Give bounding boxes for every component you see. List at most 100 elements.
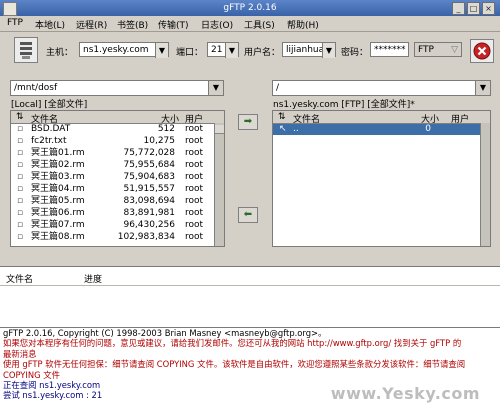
local-file-row[interactable]: ▫ 冥王篇02.rm 75,955,684 root: [11, 160, 215, 171]
file-size: 75,772,028: [123, 148, 175, 158]
local-list-header: ⇅ 文件名 大小 用户: [11, 111, 224, 125]
menu-bar: FTP 本地(L) 远程(R) 书签(B) 传输(T) 日志(O) 工具(S) …: [0, 16, 500, 32]
local-file-list[interactable]: ⇅ 文件名 大小 用户 ▫ BSD.DAT 512 root ▫ fc2tr.txt 10,…: [10, 110, 225, 247]
title-bar: gFTP 2.0.16: [0, 0, 500, 16]
file-name: 冥王篇05.rm: [31, 196, 85, 206]
protocol-select[interactable]: FTP ▽: [414, 42, 462, 57]
host-field[interactable]: ns1.yesky.com ▼: [79, 42, 169, 58]
file-user: root: [185, 220, 204, 230]
local-file-row[interactable]: ▫ 冥王篇08.rm 102,983,834 root: [11, 232, 215, 243]
remote-path-value: /: [276, 83, 280, 93]
download-left-button[interactable]: ⬅: [238, 207, 258, 223]
local-scroll-thumb[interactable]: [215, 125, 224, 134]
menu-ftp[interactable]: FTP: [7, 18, 23, 28]
local-path-value: /mnt/dosf: [14, 83, 58, 93]
connect-icon[interactable]: [14, 37, 38, 63]
file-user: root: [185, 124, 204, 134]
local-file-row[interactable]: ▫ 冥王篇05.rm 83,098,694 root: [11, 196, 215, 207]
file-icon: ▫: [17, 148, 24, 158]
port-dropdown-icon[interactable]: ▼: [225, 43, 238, 58]
remote-path-dropdown-icon[interactable]: ▼: [475, 81, 490, 95]
file-user: root: [185, 208, 204, 218]
local-file-row[interactable]: ▫ 冥王篇01.rm 75,772,028 root: [11, 148, 215, 159]
file-size: 96,430,256: [123, 220, 175, 230]
host-dropdown-icon[interactable]: ▼: [155, 43, 168, 58]
menu-remote[interactable]: 远程(R): [76, 18, 107, 31]
file-size: 102,983,834: [117, 232, 175, 242]
log-line: gFTP 2.0.16, Copyright (C) 1998-2003 Bri…: [3, 328, 327, 338]
file-user: root: [185, 232, 204, 242]
local-file-row[interactable]: ▫ 冥王篇03.rm 75,904,683 root: [11, 172, 215, 183]
user-label: 用户名：: [244, 48, 281, 58]
transfer-col-file[interactable]: 文件名: [6, 272, 33, 285]
file-icon: ▫: [17, 160, 24, 170]
menu-log[interactable]: 日志(O): [201, 18, 233, 31]
log-line: 使用 gFTP 软件无任何担保：细节请查阅 COPYING 文件。该软件是自由软…: [3, 359, 466, 370]
menu-transfer[interactable]: 传输(T): [158, 18, 189, 31]
remote-path-combo[interactable]: / ▼: [272, 80, 491, 96]
local-scrollbar[interactable]: [214, 123, 224, 246]
user-field[interactable]: lijianhua ▼: [282, 42, 336, 58]
port-value: 21: [211, 45, 223, 55]
file-name: fc2tr.txt: [31, 136, 67, 146]
file-name: 冥王篇03.rm: [31, 172, 85, 182]
menu-bookmarks[interactable]: 书签(B): [117, 18, 148, 31]
protocol-value: FTP: [418, 45, 434, 55]
file-name: 冥王篇01.rm: [31, 148, 85, 158]
file-size: 75,904,683: [123, 172, 175, 182]
protocol-dropdown-icon: ▽: [451, 45, 458, 55]
file-size: 83,891,981: [123, 208, 175, 218]
file-name: BSD.DAT: [31, 124, 71, 134]
log-panel[interactable]: gFTP 2.0.16, Copyright (C) 1998-2003 Bri…: [0, 327, 500, 409]
file-size: 10,275: [143, 136, 176, 146]
local-path-combo[interactable]: /mnt/dosf ▼: [10, 80, 224, 96]
disconnect-button[interactable]: [470, 39, 494, 63]
file-icon: ▫: [17, 124, 24, 134]
local-file-row[interactable]: ▫ fc2tr.txt 10,275 root: [11, 136, 215, 147]
transfer-queue[interactable]: 文件名 进度: [0, 266, 500, 327]
file-icon: ▫: [17, 196, 24, 206]
remote-scrollbar[interactable]: [480, 123, 490, 246]
file-user: root: [185, 196, 204, 206]
file-name: 冥王篇06.rm: [31, 208, 85, 218]
upload-right-button[interactable]: ➡: [238, 114, 258, 130]
log-line: 最新消息: [3, 348, 37, 359]
log-line: 如果您对本程序有任何的问题，意见或建议，请给我们发邮件。您还可从我的网站 htt…: [3, 338, 462, 349]
sort-icon[interactable]: ⇅: [16, 112, 24, 122]
window-menu-icon[interactable]: [3, 2, 17, 16]
file-size: 51,915,557: [123, 184, 175, 194]
close-icon[interactable]: ×: [482, 2, 495, 15]
minimize-icon[interactable]: _: [452, 2, 465, 15]
remote-sort-icon[interactable]: ⇅: [278, 112, 286, 122]
host-label: 主机：: [46, 48, 74, 58]
maximize-icon[interactable]: □: [467, 2, 480, 15]
file-icon: ▫: [17, 184, 24, 194]
file-user: root: [185, 172, 204, 182]
remote-file-list[interactable]: ⇅ 文件名 大小 用户 ↖.. 0: [272, 110, 491, 247]
local-path-dropdown-icon[interactable]: ▼: [208, 81, 223, 95]
menu-tools[interactable]: 工具(S): [244, 18, 275, 31]
log-line: COPYING 文件: [3, 369, 61, 380]
file-size: 512: [157, 124, 175, 134]
remote-file-row[interactable]: ↖.. 0: [273, 124, 481, 135]
password-label: 密码：: [341, 48, 369, 58]
file-name: 冥王篇04.rm: [31, 184, 85, 194]
port-field[interactable]: 21 ▼: [207, 42, 239, 58]
local-file-row[interactable]: ▫ 冥王篇06.rm 83,891,981 root: [11, 208, 215, 219]
file-name: 冥王篇02.rm: [31, 160, 85, 170]
parent-dir-icon: ↖: [279, 124, 287, 134]
transfer-col-progress[interactable]: 进度: [84, 272, 102, 285]
file-size: 0: [425, 124, 431, 134]
file-size: 83,098,694: [123, 196, 175, 206]
menu-local[interactable]: 本地(L): [35, 18, 65, 31]
file-name: 冥王篇08.rm: [31, 232, 85, 242]
user-value: lijianhua: [286, 45, 325, 55]
menu-help[interactable]: 帮助(H): [287, 18, 319, 31]
file-icon: ▫: [17, 208, 24, 218]
user-dropdown-icon[interactable]: ▼: [322, 43, 335, 58]
password-field[interactable]: *******: [370, 42, 409, 57]
local-file-row[interactable]: ▫ 冥王篇04.rm 51,915,557 root: [11, 184, 215, 195]
local-file-row[interactable]: ▫ 冥王篇07.rm 96,430,256 root: [11, 220, 215, 231]
file-user: root: [185, 184, 204, 194]
local-file-row[interactable]: ▫ BSD.DAT 512 root: [11, 124, 215, 135]
